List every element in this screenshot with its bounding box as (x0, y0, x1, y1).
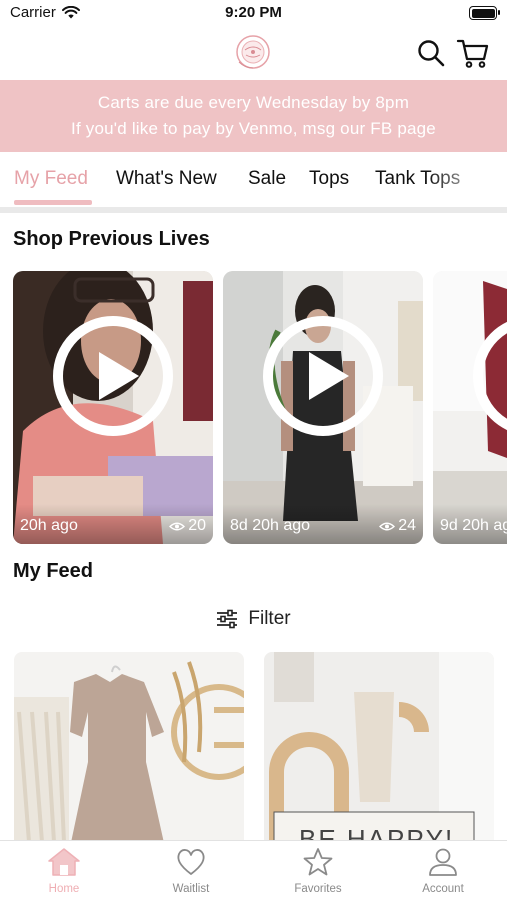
battery-icon (469, 6, 500, 20)
sliders-icon (217, 609, 238, 629)
status-bar: Carrier 9:20 PM (0, 0, 507, 28)
nav-home[interactable]: Home (19, 847, 109, 895)
lives-section-title: Shop Previous Lives (13, 228, 210, 250)
live-video-card[interactable]: 8d 20h ago 24 (223, 271, 423, 544)
live-view-count: 20 (169, 517, 206, 535)
bottom-nav: Home Waitlist Favorites Account (0, 840, 507, 900)
view-count-value: 24 (398, 517, 416, 534)
home-icon (48, 848, 80, 876)
nav-label: Home (48, 883, 80, 895)
tabs-scroll-fade (427, 152, 507, 210)
filter-button[interactable]: Filter (0, 604, 507, 634)
lives-carousel[interactable]: 20h ago 20 8d 20h ago 24 9d 20h ag (0, 271, 507, 545)
nav-label: Favorites (294, 883, 342, 895)
eye-icon (169, 522, 186, 530)
live-time-ago: 9d 20h ago (440, 517, 507, 534)
category-tabs: My Feed What's New Sale Tops Tank Tops (0, 152, 507, 210)
tab-tops[interactable]: Tops (309, 168, 349, 190)
nav-label: Account (422, 883, 464, 895)
nav-label: Waitlist (172, 883, 210, 895)
play-icon[interactable] (262, 315, 384, 437)
search-icon[interactable] (416, 38, 446, 68)
active-tab-indicator (14, 200, 92, 205)
heart-icon (177, 849, 205, 875)
product-image (14, 652, 244, 842)
product-card[interactable] (14, 652, 244, 842)
live-video-card[interactable]: 9d 20h ago (433, 271, 507, 544)
view-count-value: 20 (188, 517, 206, 534)
feed-section-title: My Feed (13, 560, 94, 582)
banner-line-2: If you'd like to pay by Venmo, msg our F… (71, 119, 436, 138)
app-header (0, 28, 507, 80)
feed-grid: BE HAPPY! (0, 652, 507, 842)
nav-waitlist[interactable]: Waitlist (146, 847, 236, 895)
banner-line-1: Carts are due every Wednesday by 8pm (97, 93, 410, 112)
tab-my-feed[interactable]: My Feed (14, 168, 88, 190)
play-icon[interactable] (472, 315, 507, 437)
live-time-ago: 20h ago (20, 517, 78, 534)
status-time: 9:20 PM (225, 4, 282, 21)
live-time-ago: 8d 20h ago (230, 517, 311, 534)
cart-icon[interactable] (456, 36, 490, 70)
tab-sale[interactable]: Sale (248, 168, 286, 190)
brand-logo-icon[interactable] (233, 32, 273, 72)
tab-whats-new[interactable]: What's New (116, 168, 217, 190)
play-icon[interactable] (52, 315, 174, 437)
live-view-count: 24 (379, 517, 416, 535)
divider (0, 207, 507, 213)
nav-favorites[interactable]: Favorites (273, 847, 363, 895)
star-icon (303, 848, 333, 876)
live-video-card[interactable]: 20h ago 20 (13, 271, 213, 544)
filter-label: Filter (248, 608, 291, 629)
product-image: BE HAPPY! (264, 652, 494, 842)
announcement-banner: Carts are due every Wednesday by 8pm If … (0, 80, 507, 152)
product-card[interactable]: BE HAPPY! (264, 652, 494, 842)
eye-icon (379, 522, 396, 530)
person-icon (429, 848, 457, 876)
nav-account[interactable]: Account (398, 847, 488, 895)
